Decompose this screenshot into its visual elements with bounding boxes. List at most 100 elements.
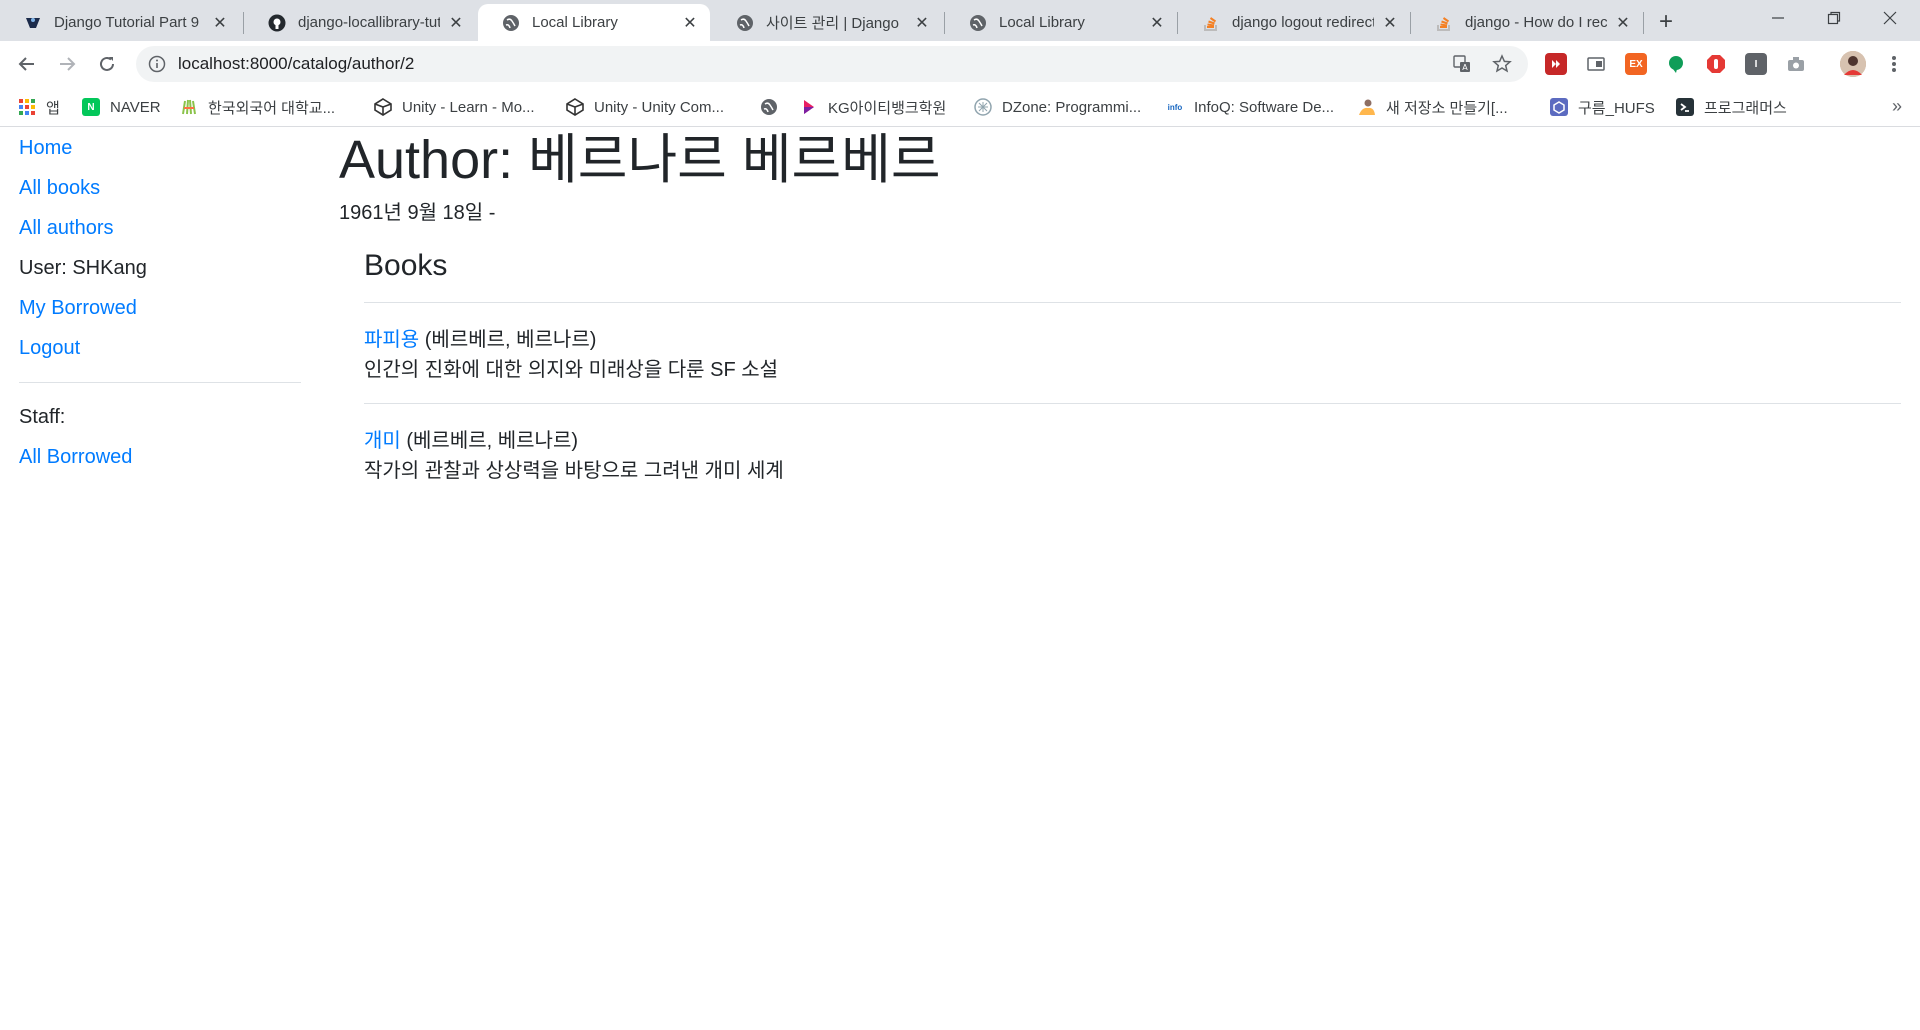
goorm-icon [1550,98,1568,116]
book-item: 개미 (베르베르, 베르나르) 작가의 관찰과 상상력을 바탕으로 그려낸 개미… [364,403,1901,504]
green-dot-extension-icon[interactable] [1665,53,1687,75]
close-icon [1883,11,1897,25]
tab-title: Local Library [999,14,1085,31]
sidebar-link-my-borrowed[interactable]: My Borrowed [19,288,301,328]
menu-kebab-icon[interactable] [1878,48,1910,80]
bookmark-unity-community[interactable]: Unity - Unity Com... [566,96,724,118]
bookmark-apps[interactable]: 앱 [18,96,60,118]
close-window-button[interactable] [1862,0,1918,36]
bookmark-label: KG아이티뱅크학원 [828,99,947,117]
camera-icon[interactable] [1785,53,1807,75]
book-title-link[interactable]: 개미 [364,430,401,452]
author-dates: 1961년 9월 18일 - [339,202,496,224]
book-author: (베르베르, 베르나르) [400,430,579,452]
bookmark-programmers[interactable]: 프로그래머스 [1676,96,1787,118]
django-mdn-icon [24,14,42,32]
translate-icon[interactable]: A [1452,54,1472,74]
unity-icon [566,98,584,116]
bookmark-unity-learn[interactable]: Unity - Learn - Mo... [374,96,535,118]
bookmark-globe[interactable] [760,96,788,118]
bookmark-label: Unity - Learn - Mo... [402,98,535,116]
bookmark-goorm[interactable]: 구름_HUFS [1550,96,1655,118]
sidebar-divider [19,382,301,383]
close-icon[interactable]: ✕ [210,13,230,33]
sidebar-link-home[interactable]: Home [19,128,301,168]
tab-divider [1643,12,1644,34]
tab-django-logout[interactable]: django logout redirect ✕ [1178,4,1410,41]
ex-extension-icon[interactable]: EX [1625,53,1647,75]
restore-button[interactable] [1806,0,1862,36]
book-summary: 작가의 관찰과 상상력을 바탕으로 그려낸 개미 세계 [364,460,784,482]
tab-site-admin[interactable]: 사이트 관리 | Django ✕ [712,4,942,41]
i-extension-icon[interactable]: I [1745,53,1767,75]
minimize-icon [1772,17,1784,19]
bookmark-infoq[interactable]: info InfoQ: Software De... [1166,96,1334,118]
naver-icon: N [82,98,100,116]
kg-icon [800,98,818,116]
forward-button[interactable] [51,48,83,80]
globe-icon [736,14,754,32]
github-icon [268,14,286,32]
globe-icon [760,98,778,116]
tab-title: django logout redirect [1232,14,1374,31]
tab-github[interactable]: django-locallibrary-tut ✕ [244,4,476,41]
folder-person-icon [1358,98,1376,116]
stop-hand-extension-icon[interactable] [1705,53,1727,75]
sidebar-link-all-borrowed[interactable]: All Borrowed [19,437,301,477]
tab-title: Local Library [532,14,618,31]
book-item: 파피용 (베르베르, 베르나르) 인간의 진화에 대한 의지와 미래상을 다룬 … [364,302,1901,403]
close-icon[interactable]: ✕ [680,13,700,33]
address-bar[interactable]: localhost:8000/catalog/author/2 A [136,46,1528,82]
main-content: Author: 베르나르 베르베르 1961년 9월 18일 - Books 파… [339,128,1901,504]
web-page: Home All books All authors User: SHKang … [0,128,1920,1030]
svg-text:A: A [1462,63,1468,72]
new-tab-button[interactable]: + [1652,8,1680,36]
tab-local-library[interactable]: Local Library ✕ [945,4,1177,41]
bookmark-hufs[interactable]: 한국외국어 대학교... [180,96,335,118]
book-title-link[interactable]: 파피용 [364,329,419,351]
restore-icon [1827,11,1841,25]
close-icon[interactable]: ✕ [1613,13,1633,33]
bookmark-label: DZone: Programmi... [1002,98,1142,116]
globe-icon [969,14,987,32]
back-button[interactable] [11,48,43,80]
tab-title: 사이트 관리 | Django [766,15,899,32]
tab-title: django - How do I rec [1465,14,1607,31]
sidebar-link-logout[interactable]: Logout [19,328,301,368]
tab-title: Django Tutorial Part 9 [54,14,200,31]
close-icon[interactable]: ✕ [1147,13,1167,33]
close-icon[interactable]: ✕ [912,13,932,33]
sidebar-link-all-authors[interactable]: All authors [19,208,301,248]
bookmark-label: NAVER [110,98,161,116]
page-title: Author: 베르나르 베르베르 [339,130,941,190]
apps-grid-icon [18,98,36,116]
tab-window-extension-icon[interactable] [1585,53,1607,75]
books-section: Books 파피용 (베르베르, 베르나르) 인간의 진화에 대한 의지와 미래… [364,248,1901,504]
bookmark-label: 앱 [46,99,60,117]
bookmark-naver[interactable]: N NAVER [82,96,161,118]
minimize-button[interactable] [1750,0,1806,36]
reload-button[interactable] [91,48,123,80]
books-heading: Books [364,249,448,282]
tab-django-tutorial[interactable]: Django Tutorial Part 9 ✕ [0,4,240,41]
tab-django-how-do-i[interactable]: django - How do I rec ✕ [1411,4,1643,41]
bookmark-new-repo[interactable]: 새 저장소 만들기[... [1358,96,1508,118]
bookmark-dzone[interactable]: DZone: Programmi... [974,96,1141,118]
bookmark-label: Unity - Unity Com... [594,98,725,116]
arrow-left-icon [18,57,34,71]
record-extension-icon[interactable] [1545,53,1567,75]
globe-icon [502,14,520,32]
bookmarks-overflow-button[interactable]: » [1892,96,1902,117]
sidebar-link-all-books[interactable]: All books [19,168,301,208]
tab-local-library-active[interactable]: Local Library ✕ [478,4,710,41]
bookmark-label: 구름_HUFS [1578,99,1655,117]
star-bookmark-icon[interactable] [1492,54,1512,74]
profile-avatar[interactable] [1840,51,1866,77]
sidebar-user-label: User: SHKang [19,257,147,279]
info-icon[interactable] [148,55,166,73]
book-summary: 인간의 진화에 대한 의지와 미래상을 다룬 SF 소설 [364,359,779,381]
close-icon[interactable]: ✕ [446,13,466,33]
close-icon[interactable]: ✕ [1380,13,1400,33]
url-text[interactable]: localhost:8000/catalog/author/2 [178,54,414,74]
bookmark-kg[interactable]: KG아이티뱅크학원 [800,96,946,118]
